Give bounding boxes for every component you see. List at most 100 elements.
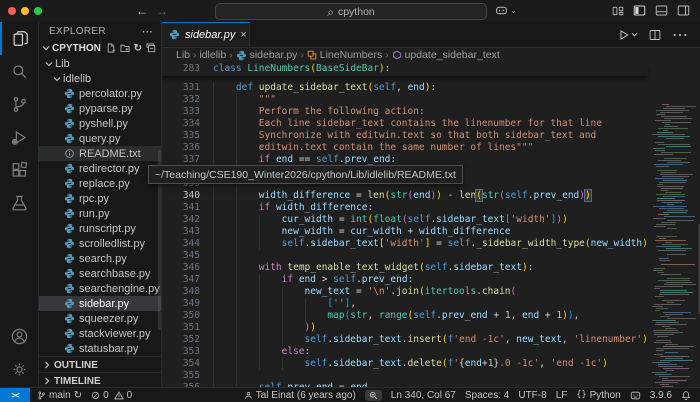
activity-explorer[interactable] xyxy=(0,22,38,55)
tree-item-scrolledlist-py[interactable]: scrolledlist.py xyxy=(39,236,161,251)
tree-item-replace-py[interactable]: replace.py xyxy=(39,176,161,191)
activity-testing[interactable] xyxy=(0,187,38,220)
sticky-scroll-line[interactable]: 283class LineNumbers(BaseSideBar): xyxy=(162,63,648,76)
accounts-button[interactable] xyxy=(0,320,38,353)
zoom-status-button[interactable] xyxy=(365,390,382,401)
eol-status[interactable]: LF xyxy=(556,390,568,401)
code-line-344[interactable]: 344 self.sidebar_text['width'] = self._s… xyxy=(162,238,700,250)
copilot-status-icon[interactable] xyxy=(630,390,641,401)
code-line-352[interactable]: 352 self.sidebar_text.insert(f'end -1c',… xyxy=(162,334,700,346)
tree-item-statusbar-py[interactable]: statusbar.py xyxy=(39,341,161,356)
cursor-position-status[interactable]: Ln 340, Col 67 xyxy=(391,390,456,401)
breadcrumb-item-update_sidebar_text[interactable]: update_sidebar_text xyxy=(392,49,500,61)
tree-item-lib[interactable]: Lib xyxy=(39,56,161,71)
code-line-349[interactable]: 349 [''], xyxy=(162,298,700,310)
tree-item-searchbase-py[interactable]: searchbase.py xyxy=(39,266,161,281)
code-line-334[interactable]: 334 Each line sidebar_text contains the … xyxy=(162,118,700,130)
code-line-355[interactable]: 355 xyxy=(162,370,700,382)
sync-icon: ↻ xyxy=(74,390,82,401)
code-line-342[interactable]: 342 cur_width = int(float(self.sidebar_t… xyxy=(162,214,700,226)
breadcrumb-item-sidebar.py[interactable]: sidebar.py xyxy=(236,49,298,61)
tree-item-rpc-py[interactable]: rpc.py xyxy=(39,191,161,206)
tree-item-run-py[interactable]: run.py xyxy=(39,206,161,221)
code-line-332[interactable]: 332 """ xyxy=(162,94,700,106)
tree-item-query-py[interactable]: query.py xyxy=(39,131,161,146)
line-number: 336 xyxy=(162,142,213,154)
code-area[interactable]: 283class LineNumbers(BaseSideBar): 331 d… xyxy=(162,63,700,388)
tree-item-readme-txt[interactable]: README.txt xyxy=(39,146,161,161)
code-line-336[interactable]: 336 editwin.text contain the same number… xyxy=(162,142,700,154)
breadcrumb-item-lib[interactable]: Lib xyxy=(176,49,190,61)
outline-section[interactable]: OUTLINE xyxy=(39,356,161,373)
tree-item-idlelib[interactable]: idlelib xyxy=(39,71,161,86)
code-line-346[interactable]: 346 with temp_enable_text_widget(self.si… xyxy=(162,262,700,274)
indentation-status[interactable]: Spaces: 4 xyxy=(465,390,509,401)
run-python-file-icon[interactable] xyxy=(618,29,638,41)
tree-item-sidebar-py[interactable]: sidebar.py xyxy=(39,296,161,311)
activity-source-control[interactable] xyxy=(0,88,38,121)
toggle-primary-sidebar-icon[interactable] xyxy=(633,4,646,17)
zoom-window-button[interactable] xyxy=(34,7,42,15)
code-line-353[interactable]: 353 else: xyxy=(162,346,700,358)
close-tab-icon[interactable]: × xyxy=(240,29,246,41)
code-line-345[interactable]: 345 xyxy=(162,250,700,262)
split-editor-icon[interactable] xyxy=(649,29,661,41)
manage-button[interactable] xyxy=(0,353,38,386)
copilot-menu[interactable]: ⌄ xyxy=(495,4,517,17)
tab-sidebar-py[interactable]: sidebar.py × xyxy=(162,22,250,46)
encoding-status[interactable]: UTF-8 xyxy=(518,390,546,401)
collapse-all-icon[interactable] xyxy=(146,43,156,53)
history-back-button[interactable]: ← xyxy=(136,4,148,18)
timeline-section[interactable]: TIMELINE xyxy=(39,372,161,388)
python-interpreter-status[interactable]: 3.9.6 xyxy=(650,390,672,401)
minimap[interactable] xyxy=(650,104,696,388)
minimize-window-button[interactable] xyxy=(21,7,29,15)
code-line-347[interactable]: 347 if end > self.prev_end: xyxy=(162,274,700,286)
editor-more-actions-icon[interactable]: ⋯ xyxy=(672,25,688,45)
remote-indicator[interactable]: >< xyxy=(0,388,30,402)
new-file-icon[interactable] xyxy=(106,43,116,53)
tree-item-searchengine-py[interactable]: searchengine.py xyxy=(39,281,161,296)
activity-extensions[interactable] xyxy=(0,154,38,187)
tree-item-redirector-py[interactable]: redirector.py xyxy=(39,161,161,176)
code-line-340[interactable]: 340 width_difference = len(str(end)) - l… xyxy=(162,190,700,202)
language-mode-status[interactable]: {} Python xyxy=(576,390,620,401)
explorer-more-actions-icon[interactable]: ⋯ xyxy=(142,25,153,38)
code-line-343[interactable]: 343 new_width = cur_width + width_differ… xyxy=(162,226,700,238)
breadcrumb-separator: › xyxy=(229,50,232,61)
git-blame-status[interactable]: Tal Einat (6 years ago) xyxy=(244,390,356,401)
toggle-panel-icon[interactable] xyxy=(655,4,668,17)
problems-status[interactable]: 0 0 xyxy=(91,390,132,401)
tree-item-pyparse-py[interactable]: pyparse.py xyxy=(39,101,161,116)
refresh-icon[interactable]: ↻ xyxy=(134,43,142,54)
indent-guide xyxy=(213,310,214,322)
customize-layout-icon[interactable] xyxy=(612,5,624,17)
toggle-secondary-sidebar-icon[interactable] xyxy=(677,4,690,17)
code-line-350[interactable]: 350 map(str, range(self.prev_end + 1, en… xyxy=(162,310,700,322)
tree-item-squeezer-py[interactable]: squeezer.py xyxy=(39,311,161,326)
tree-item-pyshell-py[interactable]: pyshell.py xyxy=(39,116,161,131)
code-line-354[interactable]: 354 self.sidebar_text.delete(f'{end+1}.0… xyxy=(162,358,700,370)
code-line-351[interactable]: 351 )) xyxy=(162,322,700,334)
code-line-331[interactable]: 331 def update_sidebar_text(self, end): xyxy=(162,82,700,94)
code-line-341[interactable]: 341 if width_difference: xyxy=(162,202,700,214)
code-line-335[interactable]: 335 Synchronize with editwin.text so tha… xyxy=(162,130,700,142)
tree-item-runscript-py[interactable]: runscript.py xyxy=(39,221,161,236)
notifications-bell-icon[interactable] xyxy=(681,390,691,401)
code-line-283[interactable]: 283class LineNumbers(BaseSideBar): xyxy=(162,63,648,75)
tree-item-stackviewer-py[interactable]: stackviewer.py xyxy=(39,326,161,341)
breadcrumb-item-idlelib[interactable]: idlelib xyxy=(199,49,226,61)
command-center-search[interactable]: ⌕ cpython xyxy=(215,3,487,20)
history-forward-button[interactable]: → xyxy=(156,4,168,18)
activity-run-debug[interactable] xyxy=(0,121,38,154)
tree-item-percolator-py[interactable]: percolator.py xyxy=(39,86,161,101)
new-folder-icon[interactable] xyxy=(120,43,130,53)
activity-search[interactable] xyxy=(0,55,38,88)
branch-status[interactable]: main ↻ xyxy=(37,390,82,401)
code-line-333[interactable]: 333 Perform the following action: xyxy=(162,106,700,118)
workspace-section-header[interactable]: CPYTHON ↻ xyxy=(39,40,161,56)
tree-item-search-py[interactable]: search.py xyxy=(39,251,161,266)
close-window-button[interactable] xyxy=(8,7,16,15)
code-line-348[interactable]: 348 new_text = '\n'.join(itertools.chain… xyxy=(162,286,700,298)
breadcrumb-item-linenumbers[interactable]: LineNumbers xyxy=(307,49,382,61)
